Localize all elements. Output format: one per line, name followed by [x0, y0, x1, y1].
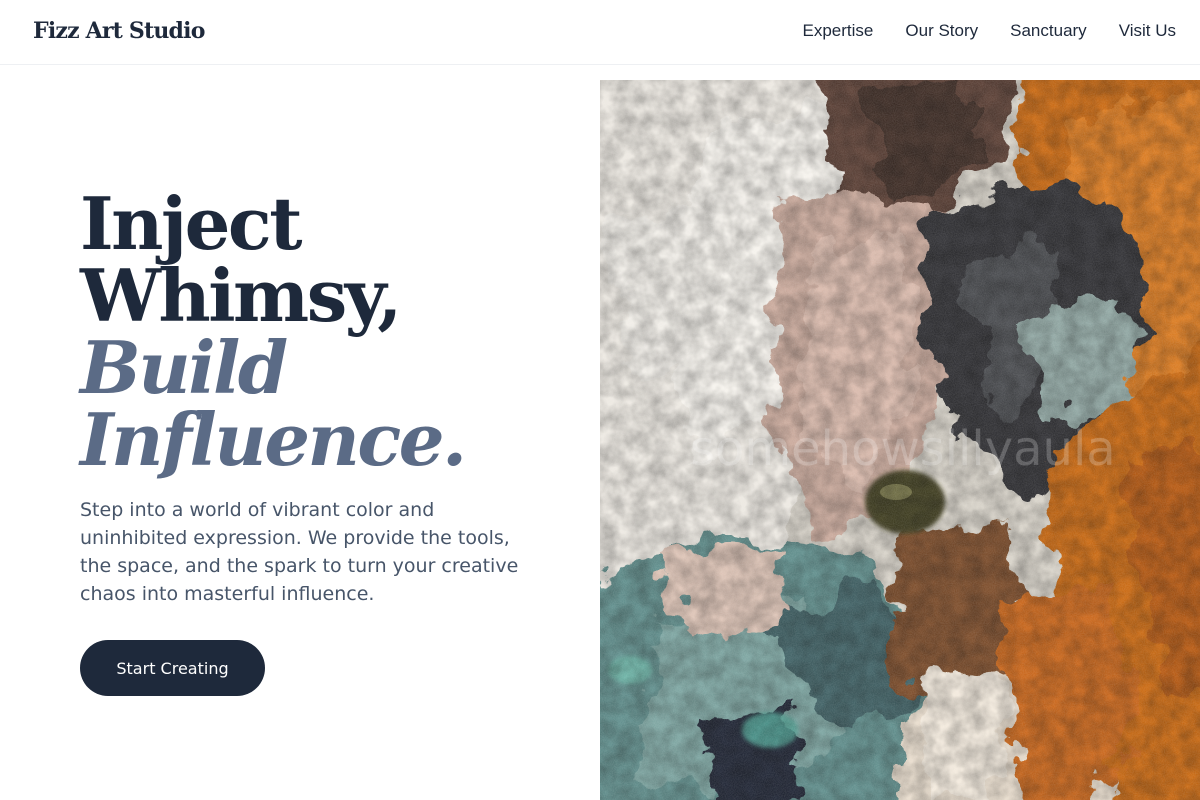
- top-navbar: Fizz Art Studio Expertise Our Story Sanc…: [0, 0, 1200, 65]
- nav-link-sanctuary[interactable]: Sanctuary: [1010, 21, 1087, 41]
- main-nav: Expertise Our Story Sanctuary Visit Us: [771, 21, 1176, 41]
- headline-line-3: Build: [80, 325, 288, 410]
- brand-logo[interactable]: Fizz Art Studio: [33, 18, 205, 44]
- image-watermark: somehowsillyaula: [690, 421, 1116, 477]
- headline-line-1: Inject: [80, 181, 302, 266]
- painting-texture: somehowsillyaula: [600, 80, 1200, 800]
- start-creating-button[interactable]: Start Creating: [80, 640, 265, 696]
- hero-description: Step into a world of vibrant color and u…: [80, 499, 519, 605]
- nav-link-visit-us[interactable]: Visit Us: [1119, 21, 1176, 41]
- hero-headline: Inject Whimsy, Build Influence.: [80, 188, 560, 476]
- headline-line-2: Whimsy,: [80, 253, 402, 338]
- nav-link-our-story[interactable]: Our Story: [905, 21, 978, 41]
- hero-section: Inject Whimsy, Build Influence.: [80, 188, 560, 476]
- nav-link-expertise[interactable]: Expertise: [803, 21, 874, 41]
- headline-line-4: Influence.: [80, 397, 467, 482]
- hero-painting-image: somehowsillyaula: [600, 80, 1200, 800]
